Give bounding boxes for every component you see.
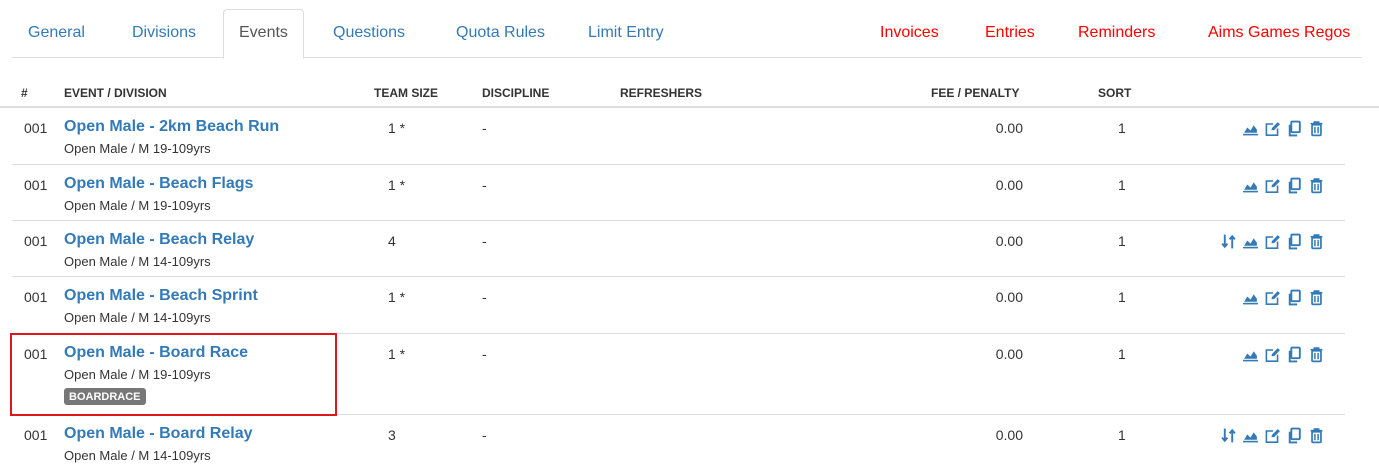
table-row: 001 Open Male - Beach Sprint Open Male / M… — [12, 276, 1345, 333]
team-size: 1 * — [388, 120, 406, 136]
copy-icon[interactable] — [1286, 233, 1303, 250]
row-actions — [1220, 426, 1325, 444]
trash-icon[interactable] — [1308, 289, 1325, 306]
fee-penalty: 0.00 — [995, 120, 1023, 136]
edit-icon[interactable] — [1264, 346, 1281, 363]
header-discipline: DISCIPLINE — [482, 86, 550, 100]
division-label: Open Male / M 19-109yrs — [64, 198, 211, 213]
team-size: 1 * — [388, 177, 406, 193]
row-actions — [1242, 176, 1325, 194]
edit-icon[interactable] — [1264, 289, 1281, 306]
row-number: 001 — [24, 233, 48, 249]
edit-icon[interactable] — [1264, 233, 1281, 250]
chart-icon[interactable] — [1242, 427, 1259, 444]
copy-icon[interactable] — [1286, 289, 1303, 306]
copy-icon[interactable] — [1286, 177, 1303, 194]
table-row: 001 Open Male - Beach Flags Open Male / M … — [12, 164, 1345, 220]
division-label: Open Male / M 14-109yrs — [64, 448, 211, 463]
discipline: - — [482, 346, 487, 362]
discipline: - — [482, 233, 487, 249]
tab-events[interactable]: Events — [223, 9, 304, 59]
sort-order: 1 — [1118, 177, 1126, 193]
chart-icon[interactable] — [1242, 120, 1259, 137]
tab-aims-games-regos[interactable]: Aims Games Regos — [1192, 9, 1366, 59]
edit-icon[interactable] — [1264, 427, 1281, 444]
row-number: 001 — [24, 427, 48, 443]
team-size: 1 * — [388, 289, 406, 305]
header-team-size: TEAM SIZE — [374, 86, 439, 100]
discipline: - — [482, 289, 487, 305]
trash-icon[interactable] — [1308, 177, 1325, 194]
header-num: # — [21, 86, 28, 100]
row-number: 001 — [24, 177, 48, 193]
row-actions — [1220, 232, 1325, 250]
row-number: 001 — [24, 289, 48, 305]
division-label: Open Male / M 14-109yrs — [64, 310, 211, 325]
sort-icon[interactable] — [1220, 427, 1237, 444]
fee-penalty: 0.00 — [995, 177, 1023, 193]
discipline: - — [482, 427, 487, 443]
event-name-link[interactable]: Open Male - 2km Beach Run — [64, 118, 279, 136]
fee-penalty: 0.00 — [995, 233, 1023, 249]
sort-order: 1 — [1118, 120, 1126, 136]
trash-icon[interactable] — [1308, 346, 1325, 363]
copy-icon[interactable] — [1286, 120, 1303, 137]
chart-icon[interactable] — [1242, 346, 1259, 363]
sort-order: 1 — [1118, 289, 1126, 305]
header-event: EVENT / DIVISION — [64, 86, 167, 100]
tab-entries[interactable]: Entries — [969, 9, 1051, 59]
team-size: 4 — [388, 233, 396, 249]
edit-icon[interactable] — [1264, 177, 1281, 194]
trash-icon[interactable] — [1308, 120, 1325, 137]
highlight-box — [10, 333, 337, 416]
tab-limit-entry[interactable]: Limit Entry — [572, 9, 680, 59]
row-actions — [1242, 119, 1325, 137]
table-row: 001 Open Male - Board Relay Open Male / M … — [12, 414, 1345, 474]
row-number: 001 — [24, 120, 48, 136]
sort-order: 1 — [1118, 427, 1126, 443]
event-name-link[interactable]: Open Male - Beach Sprint — [64, 287, 258, 305]
tab-bar: General Divisions Events Questions Quota… — [12, 0, 1362, 59]
fee-penalty: 0.00 — [995, 346, 1023, 362]
trash-icon[interactable] — [1308, 427, 1325, 444]
trash-icon[interactable] — [1308, 233, 1325, 250]
header-fee: FEE / PENALTY — [931, 86, 1020, 100]
event-name-link[interactable]: Open Male - Beach Relay — [64, 231, 254, 249]
table-header: # EVENT / DIVISION TEAM SIZE DISCIPLINE … — [0, 78, 1379, 108]
discipline: - — [482, 177, 487, 193]
copy-icon[interactable] — [1286, 346, 1303, 363]
discipline: - — [482, 120, 487, 136]
sort-order: 1 — [1118, 346, 1126, 362]
tab-questions[interactable]: Questions — [317, 9, 421, 59]
team-size: 3 — [388, 427, 396, 443]
row-actions — [1242, 288, 1325, 306]
sort-order: 1 — [1118, 233, 1126, 249]
header-sort: SORT — [1098, 86, 1132, 100]
chart-icon[interactable] — [1242, 289, 1259, 306]
division-label: Open Male / M 19-109yrs — [64, 141, 211, 156]
edit-icon[interactable] — [1264, 120, 1281, 137]
fee-penalty: 0.00 — [995, 427, 1023, 443]
header-refreshers: REFRESHERS — [620, 86, 703, 100]
tab-general[interactable]: General — [12, 9, 101, 59]
tab-reminders[interactable]: Reminders — [1062, 9, 1171, 59]
division-label: Open Male / M 14-109yrs — [64, 254, 211, 269]
sort-icon[interactable] — [1220, 233, 1237, 250]
event-name-link[interactable]: Open Male - Board Relay — [64, 425, 253, 443]
chart-icon[interactable] — [1242, 177, 1259, 194]
chart-icon[interactable] — [1242, 233, 1259, 250]
tab-invoices[interactable]: Invoices — [864, 9, 955, 59]
event-name-link[interactable]: Open Male - Beach Flags — [64, 175, 253, 193]
table-row: 001 Open Male - 2km Beach Run Open Male / … — [12, 108, 1345, 164]
row-actions — [1242, 345, 1325, 363]
team-size: 1 * — [388, 346, 406, 362]
copy-icon[interactable] — [1286, 427, 1303, 444]
tab-divisions[interactable]: Divisions — [116, 9, 212, 59]
table-row: 001 Open Male - Beach Relay Open Male / M … — [12, 220, 1345, 276]
fee-penalty: 0.00 — [995, 289, 1023, 305]
tab-quota-rules[interactable]: Quota Rules — [440, 9, 561, 59]
